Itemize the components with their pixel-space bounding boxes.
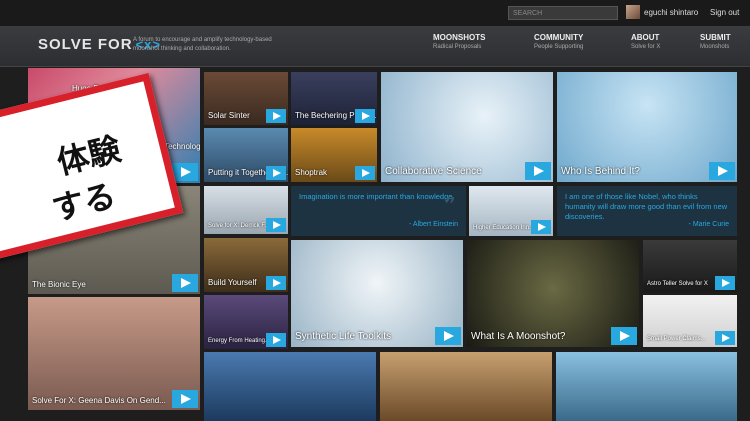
avatar[interactable] [626, 5, 640, 19]
nav-label: COMMUNITY [534, 33, 584, 42]
tile-caption: Who Is Behind It? [561, 166, 640, 177]
tile-caption: Small Power Claims... [647, 336, 706, 342]
nav-sub: Radical Proposals [433, 44, 482, 50]
play-icon[interactable] [172, 163, 198, 181]
tile-caption: Solve For X: Geena Davis On Gend... [32, 396, 166, 405]
play-icon[interactable] [531, 220, 551, 234]
top-bar: SEARCH eguchi shintaro Sign out [0, 0, 750, 26]
video-tile-higher-education[interactable]: Higher Education Inn... [469, 186, 553, 236]
video-tile-derrick[interactable]: Solve for X: Derrick F... [204, 186, 288, 234]
video-tile-collaborative-science[interactable]: Collaborative Science [381, 72, 553, 182]
video-tile-shoptrak[interactable]: Shoptrak [291, 128, 377, 182]
video-tile-solar-sinter[interactable]: Solar Sinter [204, 72, 288, 125]
quote-text: I am one of those like Nobel, who thinks… [565, 192, 728, 221]
play-icon[interactable] [611, 327, 637, 345]
nav-about[interactable]: ABOUT Solve for X [631, 33, 660, 50]
video-tile-bechering[interactable]: The Bechering Promis... [291, 72, 377, 125]
play-icon[interactable] [266, 109, 286, 123]
tile-caption: Shoptrak [295, 168, 328, 177]
tile-caption: Higher Education Inn... [473, 225, 535, 231]
quote-author: - Marie Curie [688, 221, 729, 228]
play-icon[interactable] [266, 166, 286, 180]
quote-mark-icon: ” [443, 193, 456, 221]
nav-sub: People Supporting [534, 44, 584, 50]
video-tile-bottom-1[interactable] [204, 352, 376, 421]
play-icon[interactable] [266, 333, 286, 347]
video-tile-small-power[interactable]: Small Power Claims... [643, 295, 737, 347]
play-icon[interactable] [266, 218, 286, 232]
tile-caption: Solar Sinter [208, 111, 250, 120]
nav-label: MOONSHOTS [433, 33, 486, 42]
tile-caption: What Is A Moonshot? [471, 331, 566, 342]
nav-community[interactable]: COMMUNITY People Supporting [534, 33, 583, 50]
tagline: A forum to encourage and amplify technol… [133, 37, 272, 52]
quote-text: Imagination is more important than knowl… [299, 192, 455, 201]
play-icon[interactable] [172, 390, 198, 408]
play-icon[interactable] [525, 162, 551, 180]
tile-caption: Energy From Heating... [208, 338, 271, 344]
video-tile-synthetic-life[interactable]: Synthetic Life Toolkits [291, 240, 463, 347]
quote-author: - Albert Einstein [408, 221, 458, 228]
play-icon[interactable] [266, 276, 286, 290]
nav-label: SUBMIT [700, 33, 731, 42]
quote-curie: I am one of those like Nobel, who thinks… [557, 186, 737, 236]
tile-caption: Solve for X: Derrick F... [208, 223, 270, 229]
user-name-link[interactable]: eguchi shintaro [644, 8, 698, 17]
play-icon[interactable] [715, 331, 735, 345]
video-tile-bottom-2[interactable] [380, 352, 552, 421]
video-tile-energy-heating[interactable]: Energy From Heating... [204, 295, 288, 349]
video-tile-astro-teller[interactable]: Astro Teller Solve for X [643, 240, 737, 292]
nav-submit[interactable]: SUBMIT Moonshots [700, 33, 731, 50]
quote-einstein: Imagination is more important than knowl… [291, 186, 466, 236]
nav-sub: Solve for X [631, 44, 661, 50]
nav-label: ABOUT [631, 33, 660, 42]
play-icon[interactable] [172, 274, 198, 292]
video-tile-putting-together[interactable]: Putting it Together: Th... [204, 128, 288, 182]
tile-caption: Synthetic Life Toolkits [295, 331, 391, 342]
play-icon[interactable] [709, 162, 735, 180]
sign-out-link[interactable]: Sign out [710, 8, 739, 17]
play-icon[interactable] [355, 109, 375, 123]
video-tile-bottom-3[interactable] [556, 352, 737, 421]
video-tile-geena-davis[interactable]: Solve For X: Geena Davis On Gend... [28, 297, 200, 410]
tile-caption: Astro Teller Solve for X [647, 281, 708, 287]
play-icon[interactable] [715, 276, 735, 290]
play-icon[interactable] [355, 166, 375, 180]
nav-moonshots[interactable]: MOONSHOTS Radical Proposals [433, 33, 485, 50]
logo-text: SOLVE FOR [38, 36, 133, 53]
tile-caption: The Bionic Eye [32, 280, 86, 289]
video-tile-what-is-moonshot[interactable]: What Is A Moonshot? [467, 240, 639, 347]
overlay-text: する [48, 176, 120, 229]
nav-sub: Moonshots [700, 44, 730, 50]
play-icon[interactable] [435, 327, 461, 345]
search-input[interactable]: SEARCH [508, 6, 618, 20]
video-tile-build-yourself[interactable]: Build Yourself [204, 238, 288, 292]
video-tile-who-is-behind[interactable]: Who Is Behind It? [557, 72, 737, 182]
site-header: SOLVE FOR <x> A forum to encourage and am… [0, 26, 750, 67]
tile-caption: Collaborative Science [385, 166, 482, 177]
tile-caption: Build Yourself [208, 278, 257, 287]
